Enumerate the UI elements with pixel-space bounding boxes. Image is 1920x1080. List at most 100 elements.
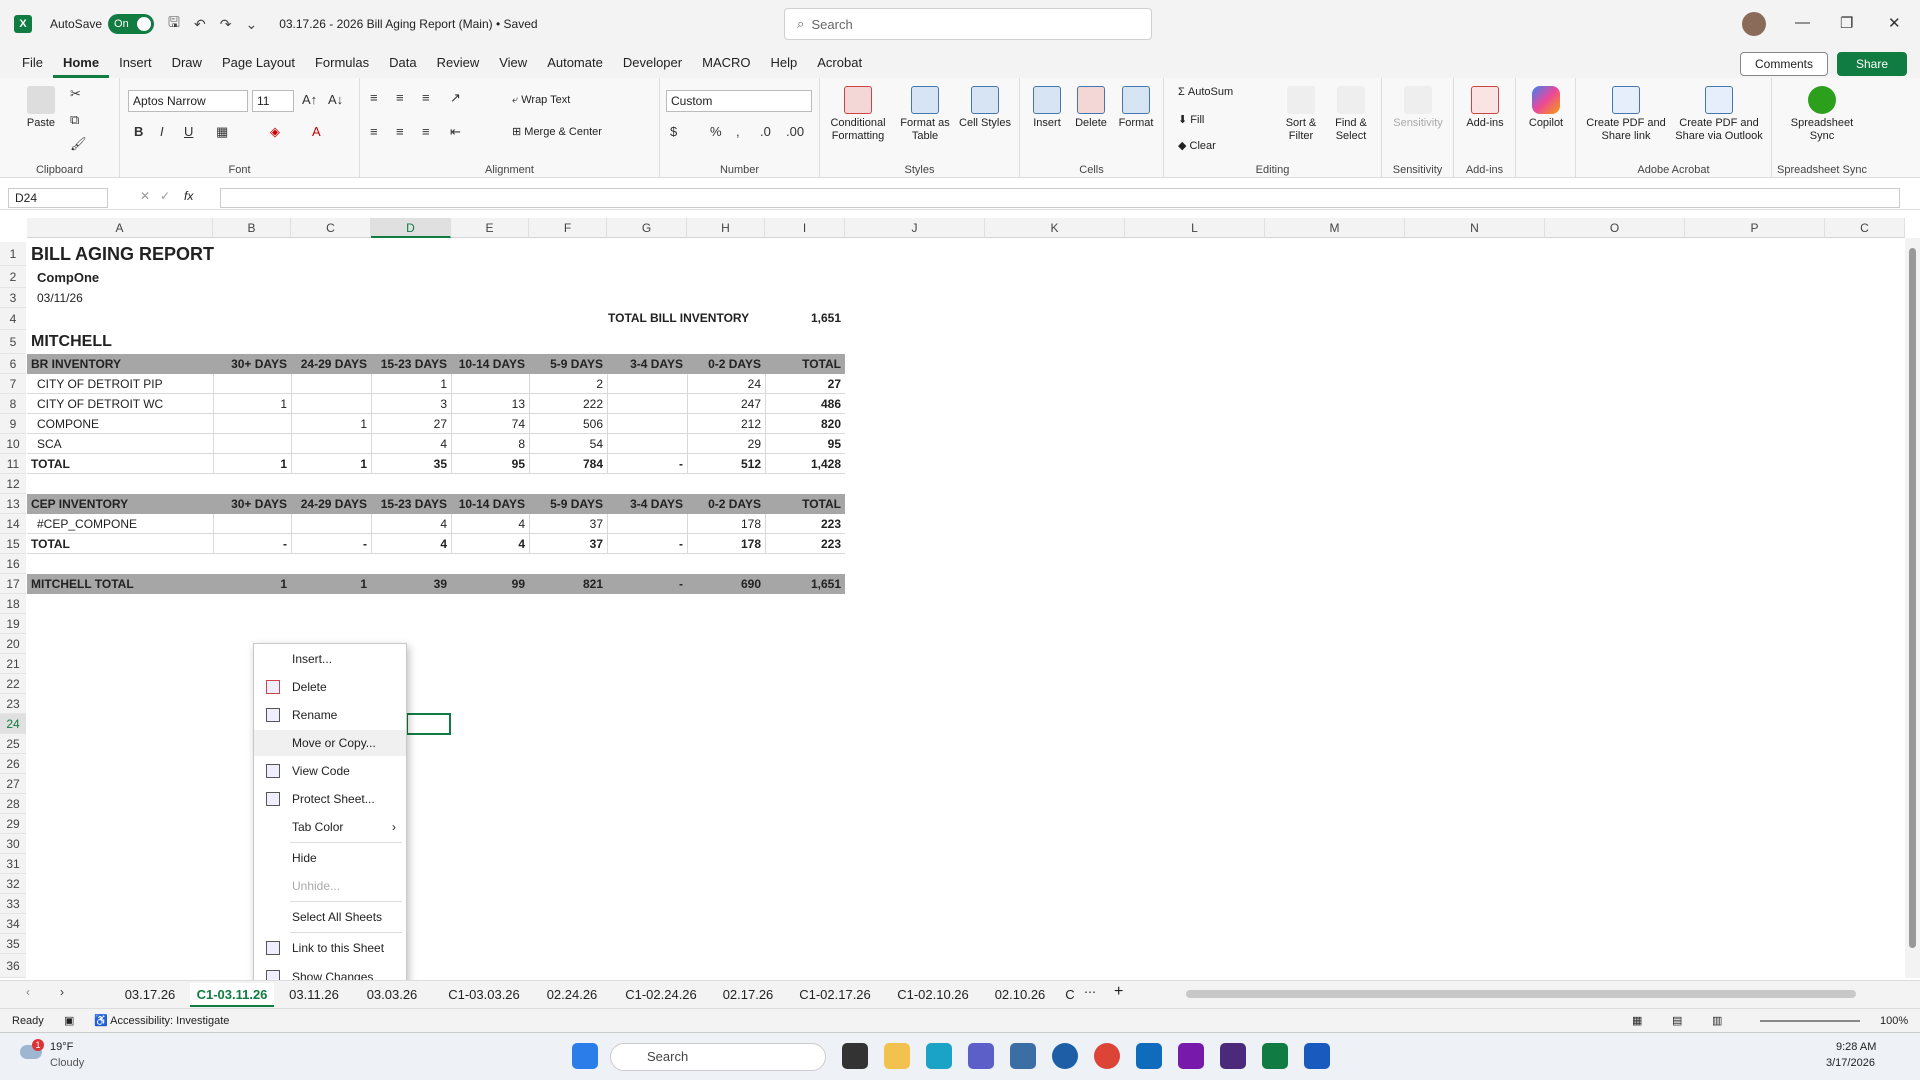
menu-item-delete[interactable]: Delete [254, 674, 406, 700]
redo-icon[interactable]: ↷ [220, 16, 232, 33]
orientation-icon[interactable]: ↗ [450, 90, 461, 106]
currency-icon[interactable]: $ [670, 124, 677, 139]
page-layout-icon[interactable]: ▤ [1672, 1009, 1682, 1033]
menu-item-insert[interactable]: Insert... [254, 646, 406, 672]
tab-formulas[interactable]: Formulas [305, 48, 379, 78]
row-header[interactable]: 14 [0, 514, 26, 534]
cancel-icon[interactable]: ✕ [140, 189, 150, 203]
share-button[interactable]: Share [1837, 52, 1907, 76]
active-cell-selection[interactable] [406, 713, 451, 735]
row-header[interactable]: 13 [0, 494, 26, 514]
excel-taskbar-icon[interactable] [1262, 1043, 1288, 1069]
sheet-tab[interactable]: C [1058, 983, 1082, 1007]
paste-button[interactable]: Paste [18, 86, 64, 130]
row-header[interactable]: 23 [0, 694, 26, 714]
grow-font-icon[interactable]: A↑ [302, 92, 317, 107]
copy-icon[interactable]: ⧉ [70, 112, 79, 128]
autosum-button[interactable]: Σ AutoSum [1178, 86, 1233, 99]
row-header[interactable]: 28 [0, 794, 26, 814]
spreadsheet-sync-button[interactable]: Spreadsheet Sync [1780, 86, 1864, 143]
row-header[interactable]: 2 [0, 266, 26, 288]
minimize-icon[interactable]: — [1795, 14, 1810, 31]
row-header[interactable]: 31 [0, 854, 26, 874]
copilot-button[interactable]: Copilot [1522, 86, 1570, 130]
column-header-h[interactable]: H [687, 218, 765, 238]
row-header[interactable]: 33 [0, 894, 26, 914]
row-header[interactable]: 12 [0, 474, 26, 494]
windows-start-icon[interactable] [572, 1043, 598, 1069]
menu-item-view-code[interactable]: View Code [254, 758, 406, 784]
fill-button[interactable]: ⬇ Fill [1178, 114, 1204, 127]
cut-icon[interactable]: ✂ [70, 86, 81, 102]
format-painter-icon[interactable]: 🖌 [70, 136, 87, 152]
app-c-icon[interactable] [1052, 1043, 1078, 1069]
tab-file[interactable]: File [12, 48, 53, 78]
borders-icon[interactable]: ▦ [216, 124, 228, 140]
tab-acrobat[interactable]: Acrobat [807, 48, 872, 78]
row-header[interactable]: 8 [0, 394, 26, 414]
tab-review[interactable]: Review [427, 48, 490, 78]
fill-color-icon[interactable]: ◈ [270, 124, 280, 140]
edge-icon[interactable] [926, 1043, 952, 1069]
row-header[interactable]: 34 [0, 914, 26, 934]
next-sheet-icon[interactable]: › [60, 985, 64, 999]
save-icon[interactable]: 🖫 [168, 12, 180, 36]
column-header-e[interactable]: E [451, 218, 529, 238]
comma-icon[interactable]: , [736, 124, 740, 139]
column-header-f[interactable]: F [529, 218, 607, 238]
sheet-tab[interactable]: 02.24.26 [536, 983, 608, 1007]
sheet-tab[interactable]: 02.10.26 [984, 983, 1056, 1007]
shrink-font-icon[interactable]: A↓ [328, 92, 343, 107]
row-header[interactable]: 20 [0, 634, 26, 654]
zoom-slider[interactable] [1760, 1020, 1860, 1022]
delete-cells-button[interactable]: Delete [1070, 86, 1112, 130]
row-header[interactable]: 15 [0, 534, 26, 554]
word-icon[interactable] [1304, 1043, 1330, 1069]
task-view-icon[interactable] [842, 1043, 868, 1069]
row-header[interactable]: 26 [0, 754, 26, 774]
percent-icon[interactable]: % [710, 124, 722, 139]
row-header[interactable]: 22 [0, 674, 26, 694]
addins-button[interactable]: Add-ins [1460, 86, 1510, 130]
row-header[interactable]: 17 [0, 574, 26, 594]
align-right-icon[interactable]: ≡ [422, 124, 430, 139]
scroll-thumb[interactable] [1909, 248, 1916, 948]
page-break-icon[interactable]: ▥ [1712, 1009, 1722, 1033]
indent-icon[interactable]: ⇤ [450, 124, 461, 140]
column-header-o[interactable]: O [1545, 218, 1685, 238]
italic-icon[interactable]: I [160, 124, 164, 139]
app-icon[interactable] [1010, 1043, 1036, 1069]
tab-automate[interactable]: Automate [537, 48, 613, 78]
menu-item-move-copy[interactable]: Move or Copy... [254, 730, 406, 756]
document-title[interactable]: 03.17.26 - 2026 Bill Aging Report (Main)… [279, 17, 537, 31]
row-header[interactable]: 19 [0, 614, 26, 634]
clear-button[interactable]: ◆ Clear [1178, 140, 1216, 153]
autosave-toggle[interactable]: On [108, 14, 155, 34]
add-sheet-icon[interactable]: + [1114, 983, 1123, 1001]
menu-item-hide[interactable]: Hide [254, 845, 406, 871]
font-color-icon[interactable]: A [312, 124, 321, 139]
row-header[interactable]: 36 [0, 954, 26, 978]
enter-icon[interactable]: ✓ [160, 189, 170, 203]
cell-styles-button[interactable]: Cell Styles [958, 86, 1012, 130]
row-header[interactable]: 6 [0, 354, 26, 374]
sheet-tab[interactable]: C1-02.24.26 [614, 983, 708, 1007]
row-header[interactable]: 4 [0, 308, 26, 330]
wrap-text-button[interactable]: ⤶ Wrap Text [512, 94, 570, 107]
taskbar-search[interactable]: Search [610, 1043, 826, 1071]
create-pdf-share-link-button[interactable]: Create PDF and Share link [1584, 86, 1668, 143]
tab-home[interactable]: Home [52, 48, 110, 78]
macro-record-icon[interactable]: ▣ [64, 1009, 74, 1033]
column-header-j[interactable]: J [845, 218, 985, 238]
more-sheets-icon[interactable]: ⋯ [1084, 985, 1096, 999]
tab-macro[interactable]: MACRO [692, 48, 760, 78]
row-header[interactable]: 30 [0, 834, 26, 854]
align-middle-icon[interactable]: ≡ [396, 90, 404, 105]
underline-icon[interactable]: U [184, 124, 193, 139]
formula-input[interactable] [220, 188, 1900, 208]
accessibility-status[interactable]: ♿ Accessibility: Investigate [94, 1009, 229, 1033]
tab-insert[interactable]: Insert [109, 48, 162, 78]
find-select-button[interactable]: Find & Select [1328, 86, 1374, 143]
teams-icon[interactable] [968, 1043, 994, 1069]
row-header[interactable]: 16 [0, 554, 26, 574]
